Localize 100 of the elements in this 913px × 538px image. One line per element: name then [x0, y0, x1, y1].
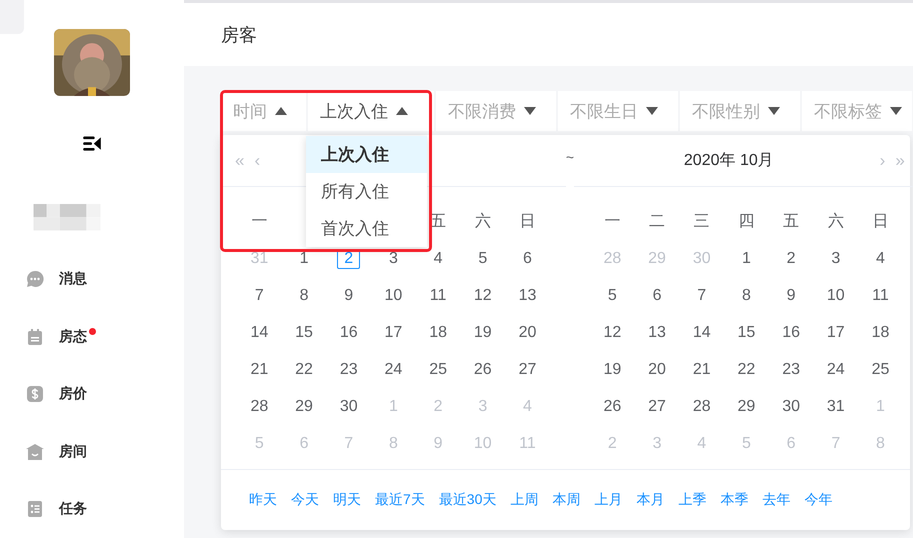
calendar-day[interactable]: 18 — [429, 324, 447, 342]
calendar-day[interactable]: 8 — [742, 286, 751, 304]
caret-down-icon — [890, 107, 902, 115]
calendar-day[interactable]: 11 — [430, 286, 446, 304]
date-shortcut-link[interactable]: 本季 — [720, 491, 748, 509]
calendar-day[interactable]: 22 — [738, 360, 756, 378]
weekday-label: 二 — [649, 212, 666, 232]
date-shortcut-link[interactable]: 最近7天 — [375, 491, 425, 509]
calendar-day[interactable]: 24 — [826, 360, 845, 378]
calendar-day[interactable]: 2 — [786, 250, 796, 268]
date-shortcut-link[interactable]: 最近30天 — [438, 491, 496, 509]
chat-bubble-icon — [25, 269, 45, 290]
calendar-day[interactable]: 5 — [478, 250, 488, 268]
nav-item[interactable]: 任务 — [0, 480, 184, 538]
calendar-day[interactable]: 27 — [518, 360, 536, 378]
calendar-day[interactable]: 5 — [608, 286, 617, 304]
menu-option[interactable]: 所有入住 — [306, 173, 427, 210]
calendar-day[interactable]: 12 — [474, 286, 492, 304]
calendar-day[interactable]: 3 — [388, 250, 398, 268]
menu-option[interactable]: 上次入住 — [306, 136, 427, 173]
calendar-day[interactable]: 4 — [876, 250, 885, 268]
calendar-day[interactable]: 24 — [384, 360, 402, 378]
calendar-day[interactable]: 26 — [474, 360, 492, 378]
nav-item[interactable]: 房价 — [0, 366, 184, 423]
date-shortcut-link[interactable]: 去年 — [762, 491, 790, 509]
calendar-day[interactable]: 9 — [786, 286, 796, 304]
nav-label: 房间 — [59, 442, 87, 461]
nav-label: 任务 — [59, 500, 87, 518]
calendar-day[interactable]: 16 — [782, 324, 800, 342]
calendar-day[interactable]: 15 — [738, 324, 756, 342]
calendar-day[interactable]: 7 — [254, 286, 264, 304]
calendar-day[interactable]: 30 — [340, 398, 358, 416]
calendar-day[interactable]: 6 — [523, 250, 532, 268]
date-shortcut-link[interactable]: 上月 — [594, 491, 622, 509]
date-shortcut-link[interactable]: 昨天 — [249, 491, 277, 509]
calendar-day[interactable]: 31 — [826, 398, 845, 416]
calendar-day[interactable]: 30 — [782, 398, 800, 416]
calendar-day[interactable]: 19 — [474, 324, 492, 342]
calendar-day[interactable]: 26 — [603, 398, 622, 416]
calendar-day[interactable]: 9 — [344, 286, 354, 304]
calendar-day[interactable]: 10 — [384, 286, 402, 304]
caret-up-icon — [396, 107, 408, 115]
checklist-icon — [25, 499, 45, 520]
calendar-day[interactable]: 12 — [603, 324, 622, 342]
calendar-day[interactable]: 4 — [434, 250, 443, 268]
calendar-day[interactable]: 8 — [300, 286, 308, 304]
calendar-day[interactable]: 18 — [872, 324, 890, 342]
weekday-label: 一 — [251, 212, 268, 232]
calendar-day[interactable]: 28 — [692, 398, 711, 416]
calendar-day[interactable]: 14 — [692, 324, 711, 342]
calendar-day[interactable]: 21 — [692, 360, 711, 378]
weekday-label: 四 — [738, 212, 754, 232]
calendar-day[interactable]: 13 — [518, 286, 536, 304]
caret-down-icon — [768, 107, 780, 115]
date-shortcut-link[interactable]: 明天 — [333, 491, 361, 509]
calendar-day[interactable]: 1 — [742, 250, 751, 268]
calendar-day[interactable]: 13 — [648, 324, 666, 342]
nav-label: 消息 — [59, 270, 87, 288]
calendar-day[interactable]: 23 — [782, 360, 800, 378]
calendar-day[interactable]: 21 — [250, 360, 268, 378]
calendar-day[interactable]: 20 — [648, 360, 666, 378]
calendar-day[interactable]: 28 — [250, 398, 268, 416]
month-title: 2020年 10月 — [682, 151, 775, 171]
menu-option[interactable]: 首次入住 — [306, 210, 427, 247]
calendar-day[interactable]: 17 — [826, 324, 845, 342]
calendar-day[interactable]: 20 — [518, 324, 536, 342]
date-shortcut-link[interactable]: 上季 — [678, 491, 706, 509]
date-shortcut-link[interactable]: 本周 — [552, 491, 580, 509]
nav-label: 房价 — [59, 385, 87, 404]
calendar-day[interactable]: 25 — [429, 360, 447, 378]
calendar-day[interactable]: 19 — [603, 360, 622, 378]
date-shortcut-link[interactable]: 今天 — [291, 491, 319, 509]
calendar-day[interactable]: 29 — [295, 398, 313, 416]
calendar-day[interactable]: 15 — [295, 324, 313, 342]
date-shortcut-link[interactable]: 上周 — [510, 491, 538, 509]
calendar-day[interactable]: 6 — [652, 286, 662, 304]
calendar-day[interactable]: 23 — [340, 360, 358, 378]
nav-item[interactable]: 房态 — [0, 308, 184, 366]
calendar-day[interactable]: 29 — [738, 398, 756, 416]
calendar-day[interactable]: 14 — [250, 324, 268, 342]
nav-item[interactable]: 消息 — [0, 250, 184, 308]
calendar-day[interactable]: 11 — [872, 286, 889, 304]
calendar-day[interactable]: 22 — [295, 360, 313, 378]
calendar-day[interactable]: 1 — [300, 250, 308, 268]
dollar-icon — [25, 384, 45, 404]
weekday-label: 三 — [694, 212, 710, 232]
filter-dropdown[interactable]: 上次入住 — [308, 91, 434, 131]
calendar-day[interactable]: 25 — [872, 360, 890, 378]
caret-down-icon — [646, 107, 658, 115]
calendar-day[interactable]: 17 — [384, 324, 402, 342]
house-icon — [25, 442, 45, 462]
weekday-label: 六 — [474, 212, 491, 232]
calendar-day[interactable]: 10 — [826, 286, 845, 304]
date-shortcut-link[interactable]: 今年 — [804, 491, 832, 509]
calendar-day[interactable]: 16 — [340, 324, 358, 342]
date-shortcut-link[interactable]: 本月 — [636, 491, 664, 509]
calendar-day[interactable]: 3 — [831, 250, 840, 268]
nav-item[interactable]: 房间 — [0, 423, 184, 480]
calendar-day[interactable]: 7 — [697, 286, 706, 304]
calendar-day[interactable]: 27 — [648, 398, 666, 416]
